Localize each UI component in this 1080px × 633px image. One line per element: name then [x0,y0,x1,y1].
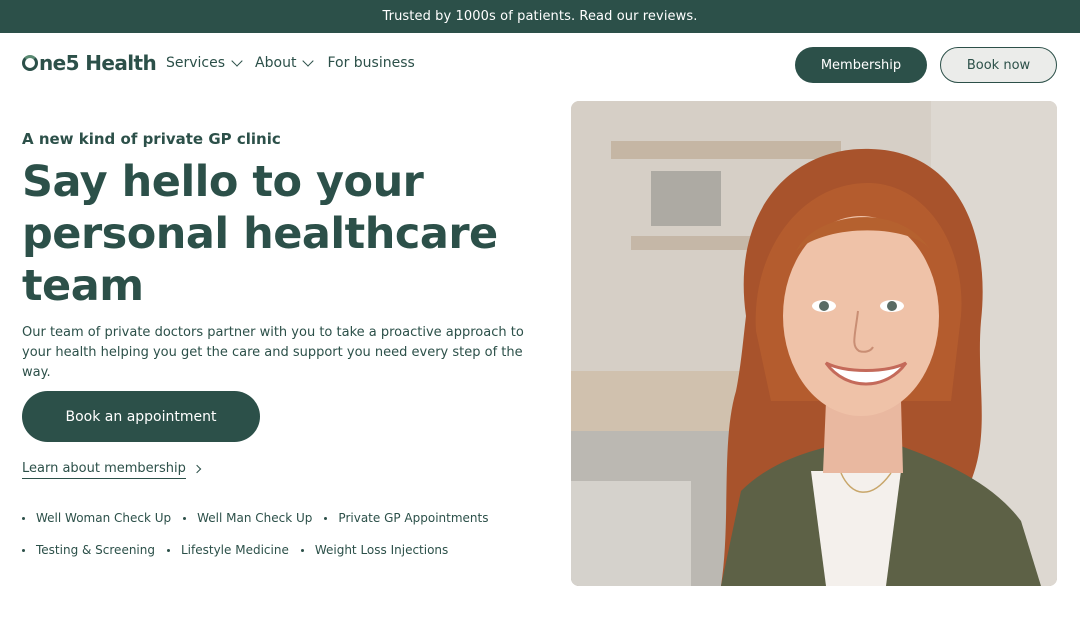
announcement-text[interactable]: Trusted by 1000s of patients. Read our r… [383,9,698,24]
service-label: Weight Loss Injections [314,543,449,557]
chevron-down-icon [231,54,243,67]
services-list-row-1: Well Woman Check Up Well Man Check Up Pr… [22,511,542,525]
chevron-down-icon [302,54,315,67]
nav-item-services[interactable]: Services [166,54,243,71]
service-label: Well Man Check Up [197,511,313,525]
learn-membership-link[interactable]: Learn about membership [22,461,202,479]
service-label: Well Woman Check Up [36,511,172,525]
bullet-dot-icon [324,516,328,520]
bullet-dot-icon [22,516,25,520]
announcement-bar[interactable]: Trusted by 1000s of patients. Read our r… [0,0,1080,33]
nav-item-for-business[interactable]: For business [327,55,414,71]
chevron-right-icon [192,464,202,473]
site-header: ne5 Health Services About For business M… [0,33,1080,97]
membership-button[interactable]: Membership [795,47,927,83]
service-label: Testing & Screening [36,543,155,557]
nav-item-label: For business [327,55,415,71]
services-list-row-2: Testing & Screening Lifestyle Medicine W… [22,543,542,557]
nav-item-label: About [255,55,297,71]
service-link-weight-loss[interactable]: Weight Loss Injections [300,543,449,557]
hero-title: Say hello to your personal healthcare te… [22,157,498,311]
nav-item-label: Services [166,55,226,71]
bullet-dot-icon [167,548,170,552]
book-appointment-button[interactable]: Book an appointment [22,391,260,442]
logo-text: ne5 Health [39,51,157,75]
logo[interactable]: ne5 Health [22,51,157,75]
learn-membership-label: Learn about membership [22,461,186,479]
book-now-button[interactable]: Book now [940,47,1057,83]
hero-eyebrow: A new kind of private GP clinic [22,130,281,148]
service-label: Lifestyle Medicine [181,543,289,557]
bullet-dot-icon [183,516,187,520]
nav-item-about[interactable]: About [255,54,315,71]
hero-photo-illustration [571,101,1057,586]
service-link-private-gp[interactable]: Private GP Appointments [324,511,489,525]
service-link-lifestyle-medicine[interactable]: Lifestyle Medicine [167,543,289,557]
service-link-testing-screening[interactable]: Testing & Screening [22,543,155,557]
service-label: Private GP Appointments [338,511,489,525]
service-link-well-woman[interactable]: Well Woman Check Up [22,511,171,525]
bullet-dot-icon [300,548,304,552]
hero-description: Our team of private doctors partner with… [22,325,524,380]
bullet-dot-icon [22,548,25,552]
hero-photo [571,101,1057,586]
main-menu: Services About For business [166,54,415,71]
service-link-well-man[interactable]: Well Man Check Up [183,511,312,525]
logo-mark-icon [22,55,38,71]
